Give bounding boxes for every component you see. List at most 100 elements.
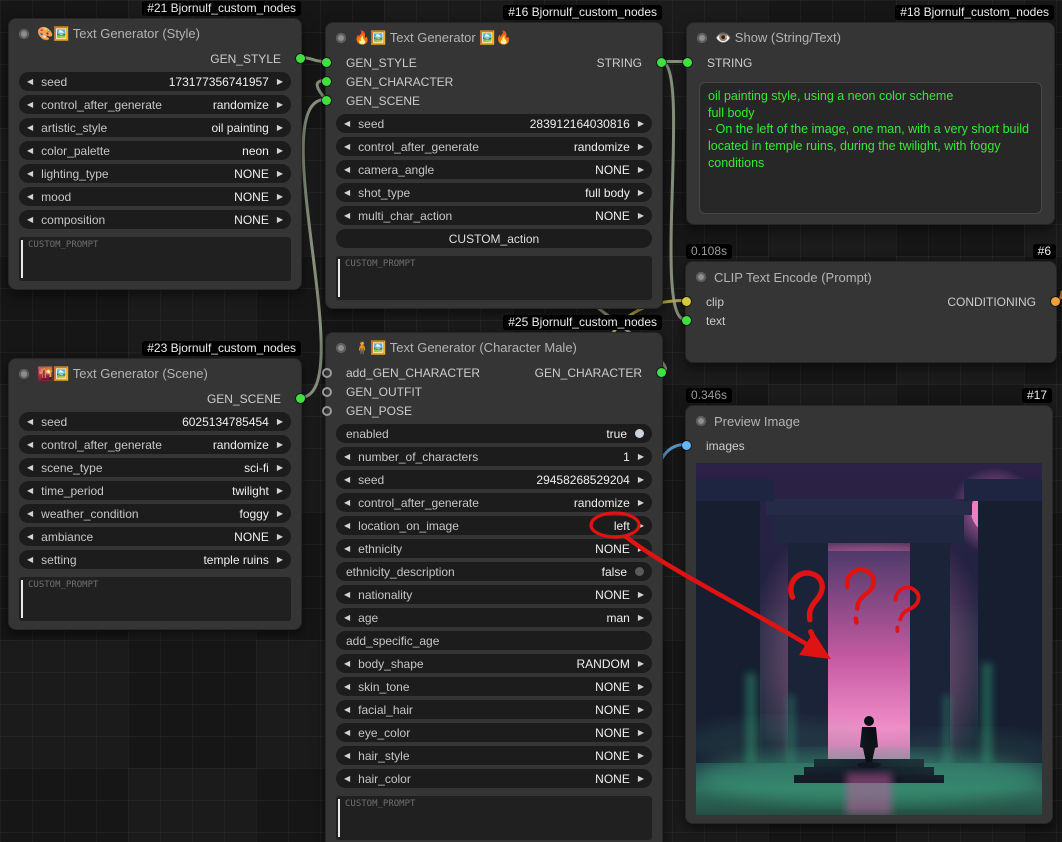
- decrement-arrow-icon[interactable]: ◀: [27, 101, 33, 109]
- widget-ethnicity[interactable]: ◀ethnicityNONE▶: [336, 539, 652, 558]
- custom-prompt-textarea[interactable]: CUSTOM_PROMPT: [19, 237, 291, 281]
- widget-control-after-generate[interactable]: ◀control_after_generaterandomize▶: [336, 137, 652, 156]
- collapse-dot-icon[interactable]: [19, 29, 29, 39]
- decrement-arrow-icon[interactable]: ◀: [344, 189, 350, 197]
- widget-seed[interactable]: ◀seed29458268529204▶: [336, 470, 652, 489]
- increment-arrow-icon[interactable]: ▶: [277, 556, 283, 564]
- widget-age[interactable]: ◀ageman▶: [336, 608, 652, 627]
- widget-lighting-type[interactable]: ◀lighting_typeNONE▶: [19, 164, 291, 183]
- decrement-arrow-icon[interactable]: ◀: [344, 591, 350, 599]
- widget-hair-style[interactable]: ◀hair_styleNONE▶: [336, 746, 652, 765]
- widget-composition[interactable]: ◀compositionNONE▶: [19, 210, 291, 229]
- increment-arrow-icon[interactable]: ▶: [638, 476, 644, 484]
- widget-weather-condition[interactable]: ◀weather_conditionfoggy▶: [19, 504, 291, 523]
- widget-artistic-style[interactable]: ◀artistic_styleoil painting▶: [19, 118, 291, 137]
- increment-arrow-icon[interactable]: ▶: [638, 706, 644, 714]
- custom-prompt-textarea[interactable]: CUSTOM_PROMPT: [336, 256, 652, 300]
- widget-multi-char-action[interactable]: ◀multi_char_actionNONE▶: [336, 206, 652, 225]
- node-title-bar[interactable]: 🔥🖼️ Text Generator 🖼️🔥: [326, 23, 662, 53]
- widget-control-after-generate[interactable]: ◀control_after_generaterandomize▶: [336, 493, 652, 512]
- decrement-arrow-icon[interactable]: ◀: [344, 476, 350, 484]
- decrement-arrow-icon[interactable]: ◀: [344, 212, 350, 220]
- decrement-arrow-icon[interactable]: ◀: [27, 418, 33, 426]
- decrement-arrow-icon[interactable]: ◀: [344, 166, 350, 174]
- widget-number-of-characters[interactable]: ◀number_of_characters1▶: [336, 447, 652, 466]
- decrement-arrow-icon[interactable]: ◀: [27, 216, 33, 224]
- decrement-arrow-icon[interactable]: ◀: [27, 533, 33, 541]
- decrement-arrow-icon[interactable]: ◀: [344, 683, 350, 691]
- decrement-arrow-icon[interactable]: ◀: [344, 453, 350, 461]
- collapse-dot-icon[interactable]: [696, 272, 706, 282]
- increment-arrow-icon[interactable]: ▶: [277, 78, 283, 86]
- node-text-generator-character-male[interactable]: #25 Bjornulf_custom_nodes 🧍🖼️ Text Gener…: [325, 332, 663, 842]
- collapse-dot-icon[interactable]: [336, 343, 346, 353]
- increment-arrow-icon[interactable]: ▶: [277, 170, 283, 178]
- toggle-dot-icon[interactable]: [635, 429, 644, 438]
- node-title-bar[interactable]: 🧍🖼️ Text Generator (Character Male): [326, 333, 662, 363]
- gen-scene-output-dot[interactable]: [296, 394, 305, 403]
- node-show-string-text[interactable]: #18 Bjornulf_custom_nodes 👁️ Show (Strin…: [686, 22, 1055, 225]
- widget-body-shape[interactable]: ◀body_shapeRANDOM▶: [336, 654, 652, 673]
- decrement-arrow-icon[interactable]: ◀: [27, 147, 33, 155]
- widget-seed[interactable]: ◀seed283912164030816▶: [336, 114, 652, 133]
- widget-hair-color[interactable]: ◀hair_colorNONE▶: [336, 769, 652, 788]
- increment-arrow-icon[interactable]: ▶: [277, 441, 283, 449]
- widget-location-on-image[interactable]: ◀location_on_imageleft▶: [336, 516, 652, 535]
- string-input-dot[interactable]: [683, 58, 692, 67]
- widget-add-specific-age[interactable]: add_specific_age: [336, 631, 652, 650]
- decrement-arrow-icon[interactable]: ◀: [344, 614, 350, 622]
- gen-character-input-dot[interactable]: [322, 77, 331, 86]
- increment-arrow-icon[interactable]: ▶: [638, 166, 644, 174]
- widget-time-period[interactable]: ◀time_periodtwilight▶: [19, 481, 291, 500]
- decrement-arrow-icon[interactable]: ◀: [344, 120, 350, 128]
- decrement-arrow-icon[interactable]: ◀: [344, 729, 350, 737]
- toggle-dot-icon[interactable]: [635, 567, 644, 576]
- node-graph-canvas[interactable]: #21 Bjornulf_custom_nodes 🎨🖼️ Text Gener…: [0, 0, 1062, 842]
- preview-image[interactable]: [696, 463, 1042, 815]
- increment-arrow-icon[interactable]: ▶: [277, 510, 283, 518]
- collapse-dot-icon[interactable]: [19, 369, 29, 379]
- decrement-arrow-icon[interactable]: ◀: [27, 510, 33, 518]
- widget-skin-tone[interactable]: ◀skin_toneNONE▶: [336, 677, 652, 696]
- widget-shot-type[interactable]: ◀shot_typefull body▶: [336, 183, 652, 202]
- increment-arrow-icon[interactable]: ▶: [277, 464, 283, 472]
- decrement-arrow-icon[interactable]: ◀: [344, 660, 350, 668]
- node-text-generator[interactable]: #16 Bjornulf_custom_nodes 🔥🖼️ Text Gener…: [325, 22, 663, 309]
- decrement-arrow-icon[interactable]: ◀: [27, 464, 33, 472]
- gen-style-output-dot[interactable]: [296, 54, 305, 63]
- increment-arrow-icon[interactable]: ▶: [638, 522, 644, 530]
- widget-nationality[interactable]: ◀nationalityNONE▶: [336, 585, 652, 604]
- gen-outfit-input-dot[interactable]: [322, 387, 332, 397]
- gen-character-output-dot[interactable]: [657, 368, 666, 377]
- decrement-arrow-icon[interactable]: ◀: [344, 545, 350, 553]
- widget-camera-angle[interactable]: ◀camera_angleNONE▶: [336, 160, 652, 179]
- increment-arrow-icon[interactable]: ▶: [277, 124, 283, 132]
- decrement-arrow-icon[interactable]: ◀: [27, 124, 33, 132]
- decrement-arrow-icon[interactable]: ◀: [344, 706, 350, 714]
- add-gen-character-input-dot[interactable]: [322, 368, 332, 378]
- increment-arrow-icon[interactable]: ▶: [638, 660, 644, 668]
- string-output-dot[interactable]: [657, 58, 666, 67]
- node-title-bar[interactable]: 🌇🖼️ Text Generator (Scene): [9, 359, 301, 389]
- increment-arrow-icon[interactable]: ▶: [277, 101, 283, 109]
- increment-arrow-icon[interactable]: ▶: [638, 189, 644, 197]
- increment-arrow-icon[interactable]: ▶: [638, 591, 644, 599]
- widget-mood[interactable]: ◀moodNONE▶: [19, 187, 291, 206]
- widget-scene-type[interactable]: ◀scene_typesci-fi▶: [19, 458, 291, 477]
- increment-arrow-icon[interactable]: ▶: [277, 487, 283, 495]
- increment-arrow-icon[interactable]: ▶: [638, 212, 644, 220]
- node-title-bar[interactable]: 👁️ Show (String/Text): [687, 23, 1054, 53]
- increment-arrow-icon[interactable]: ▶: [638, 683, 644, 691]
- decrement-arrow-icon[interactable]: ◀: [27, 441, 33, 449]
- decrement-arrow-icon[interactable]: ◀: [27, 170, 33, 178]
- node-clip-text-encode[interactable]: 0.108s #6 CLIP Text Encode (Prompt) clip…: [685, 261, 1057, 363]
- increment-arrow-icon[interactable]: ▶: [638, 729, 644, 737]
- widget-custom-action[interactable]: CUSTOM_action: [336, 229, 652, 248]
- decrement-arrow-icon[interactable]: ◀: [344, 522, 350, 530]
- widget-color-palette[interactable]: ◀color_paletteneon▶: [19, 141, 291, 160]
- text-input-dot[interactable]: [682, 316, 691, 325]
- images-input-dot[interactable]: [682, 441, 691, 450]
- decrement-arrow-icon[interactable]: ◀: [27, 78, 33, 86]
- widget-ethnicity-description[interactable]: ethnicity_descriptionfalse: [336, 562, 652, 581]
- decrement-arrow-icon[interactable]: ◀: [344, 499, 350, 507]
